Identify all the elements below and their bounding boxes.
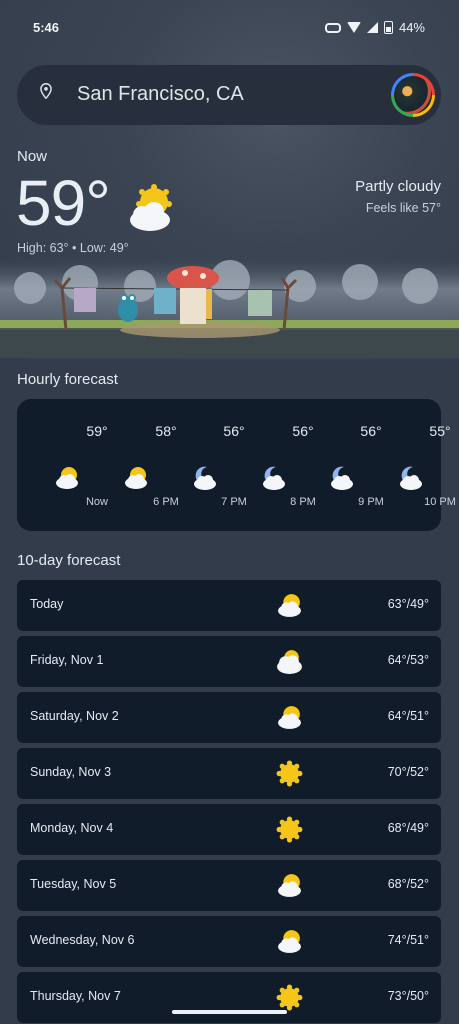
location-pin-icon: [40, 83, 52, 99]
sunny-icon: [276, 760, 303, 787]
partly-cloudy-night-icon: [263, 466, 285, 490]
daily-row[interactable]: Tuesday, Nov 5 68°/52°: [17, 860, 441, 911]
partly-cloudy-icon: [278, 930, 301, 953]
partly-cloudy-icon: [130, 184, 172, 231]
daily-row[interactable]: Sunday, Nov 3 70°/52°: [17, 748, 441, 799]
status-time: 5:46: [33, 20, 60, 35]
feels-like: Feels like 57°: [365, 201, 441, 215]
day-temps: 68°/52°: [387, 877, 429, 891]
partly-cloudy-icon: [278, 706, 301, 729]
weather-scene-illustration: [0, 258, 459, 358]
day-name: Tuesday, Nov 5: [30, 877, 117, 891]
daily-row[interactable]: Today 63°/49°: [17, 580, 441, 631]
hourly-forecast-title: Hourly forecast: [17, 371, 118, 388]
hourly-temp: 56°: [292, 423, 314, 439]
daily-row[interactable]: Wednesday, Nov 6 74°/51°: [17, 916, 441, 967]
day-temps: 74°/51°: [387, 933, 429, 947]
partly-cloudy-icon: [56, 467, 78, 489]
daily-row[interactable]: Saturday, Nov 2 64°/51°: [17, 692, 441, 743]
high-low-temperature: High: 63° • Low: 49°: [17, 241, 129, 255]
day-temps: 70°/52°: [387, 765, 429, 779]
location-search-bar[interactable]: San Francisco, CA: [17, 65, 441, 125]
account-avatar[interactable]: [391, 73, 435, 117]
day-name: Thursday, Nov 7: [30, 989, 121, 1003]
location-text: San Francisco, CA: [77, 83, 244, 105]
day-temps: 68°/49°: [387, 821, 429, 835]
partly-cloudy-icon: [278, 594, 301, 617]
day-temps: 64°/53°: [387, 653, 429, 667]
sunny-icon: [276, 984, 303, 1011]
daily-row[interactable]: Thursday, Nov 7 73°/50°: [17, 972, 441, 1023]
partly-cloudy-night-icon: [331, 466, 353, 490]
now-label: Now: [17, 148, 48, 165]
wifi-icon: [346, 22, 361, 33]
day-name: Monday, Nov 4: [30, 821, 114, 835]
battery-percent: 44%: [398, 20, 425, 35]
status-bar: 5:46 44%: [0, 0, 459, 56]
daily-row[interactable]: Friday, Nov 1 64°/53°: [17, 636, 441, 687]
day-name: Saturday, Nov 2: [30, 709, 119, 723]
hourly-temp: 58°: [155, 423, 177, 439]
sunny-icon: [276, 816, 303, 843]
signal-icon: [366, 22, 378, 33]
hourly-label: 6 PM: [153, 496, 179, 508]
hourly-temp: 59°: [86, 423, 108, 439]
partly-cloudy-night-icon: [194, 466, 216, 490]
day-name: Today: [30, 597, 64, 611]
hourly-label: 8 PM: [290, 496, 316, 508]
daily-forecast-title: 10-day forecast: [17, 552, 121, 569]
status-icons: 44%: [324, 20, 425, 35]
daily-row[interactable]: Monday, Nov 4 68°/49°: [17, 804, 441, 855]
mostly-cloudy-icon: [277, 650, 302, 674]
hourly-label: 9 PM: [358, 496, 384, 508]
hourly-label: Now: [85, 496, 108, 508]
day-name: Wednesday, Nov 6: [30, 933, 135, 947]
partly-cloudy-icon: [125, 467, 147, 489]
link-icon: [324, 22, 341, 33]
day-name: Sunday, Nov 3: [30, 765, 112, 779]
hourly-temp: 55°: [429, 423, 451, 439]
hourly-temp: 56°: [360, 423, 382, 439]
day-temps: 64°/51°: [387, 709, 429, 723]
day-temps: 73°/50°: [387, 989, 429, 1003]
day-name: Friday, Nov 1: [30, 653, 104, 667]
hourly-forecast-card[interactable]: 59° Now 58° 6 PM 56° 7 PM 56° 8 PM 56° 9…: [17, 399, 456, 531]
hourly-temp: 56°: [223, 423, 245, 439]
partly-cloudy-icon: [278, 874, 301, 897]
battery-icon: [383, 21, 393, 34]
home-indicator[interactable]: [172, 1010, 287, 1014]
current-condition: Partly cloudy: [355, 178, 441, 195]
day-temps: 63°/49°: [387, 597, 429, 611]
hourly-label: 10 PM: [424, 496, 456, 508]
partly-cloudy-night-icon: [400, 466, 422, 490]
hourly-label: 7 PM: [221, 496, 247, 508]
current-temperature: 59°: [16, 167, 111, 239]
